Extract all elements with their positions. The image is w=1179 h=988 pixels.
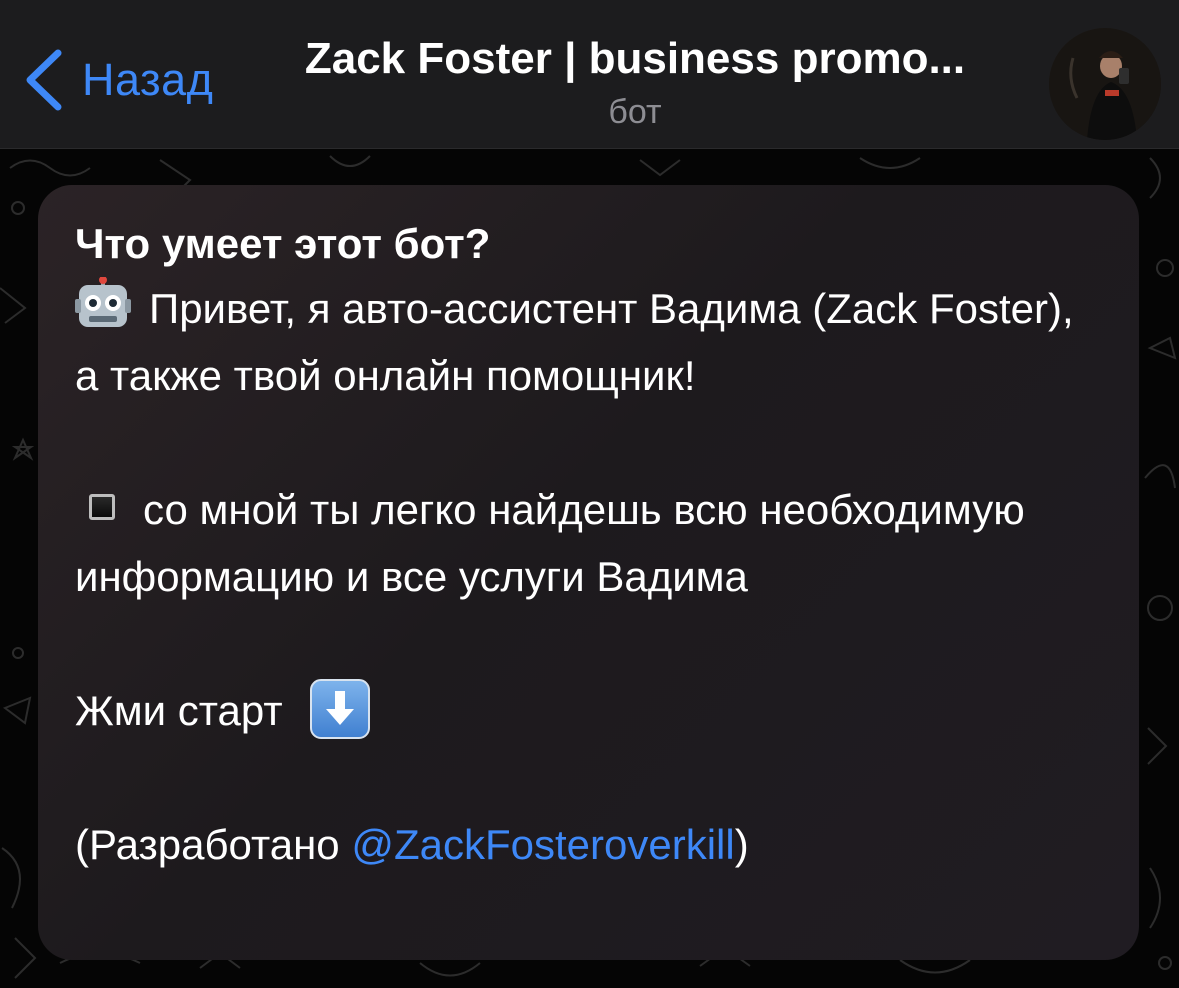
chat-title: Zack Foster | business promo... — [304, 34, 966, 83]
bot-intro-line: Привет, я авто-ассистент Вадима (Zack Fo… — [75, 285, 1074, 399]
avatar[interactable] — [1049, 28, 1161, 140]
bot-intro-text: Привет, я авто-ассистент Вадима (Zack Fo… — [75, 275, 1103, 409]
bot-feature-line: со мной ты легко найдешь всю необходимую… — [75, 486, 1025, 600]
chevron-left-icon — [26, 49, 62, 111]
chat-screen: Назад Zack Foster | business promo... бо… — [0, 0, 1179, 988]
back-label: Назад — [82, 54, 214, 105]
arrow-down-icon — [310, 679, 371, 739]
credit-prefix: (Разработано — [75, 821, 352, 868]
avatar-photo — [1049, 28, 1161, 140]
bot-info-heading: Что умеет этот бот? — [75, 220, 491, 267]
chat-header: Назад Zack Foster | business promo... бо… — [0, 0, 1179, 149]
chat-title-block[interactable]: Zack Foster | business promo... бот — [255, 30, 1015, 134]
credit-text: (Разработано @ZackFosteroverkill) — [75, 811, 1103, 878]
back-button[interactable]: Назад — [20, 45, 213, 115]
bot-info-card: Что умеет этот бот? Привет, я авто-ассис… — [38, 185, 1139, 960]
cta-label: Жми старт — [75, 687, 283, 734]
black-square-icon — [89, 494, 115, 520]
chat-subtitle: бот — [608, 93, 662, 131]
bot-cta-text: Жми старт — [75, 677, 1103, 744]
developer-mention-link[interactable]: @ZackFosteroverkill — [351, 821, 734, 868]
robot-icon — [75, 277, 131, 327]
credit-suffix: ) — [734, 821, 749, 868]
bot-feature-text: со мной ты легко найдешь всю необходимую… — [75, 476, 1103, 610]
